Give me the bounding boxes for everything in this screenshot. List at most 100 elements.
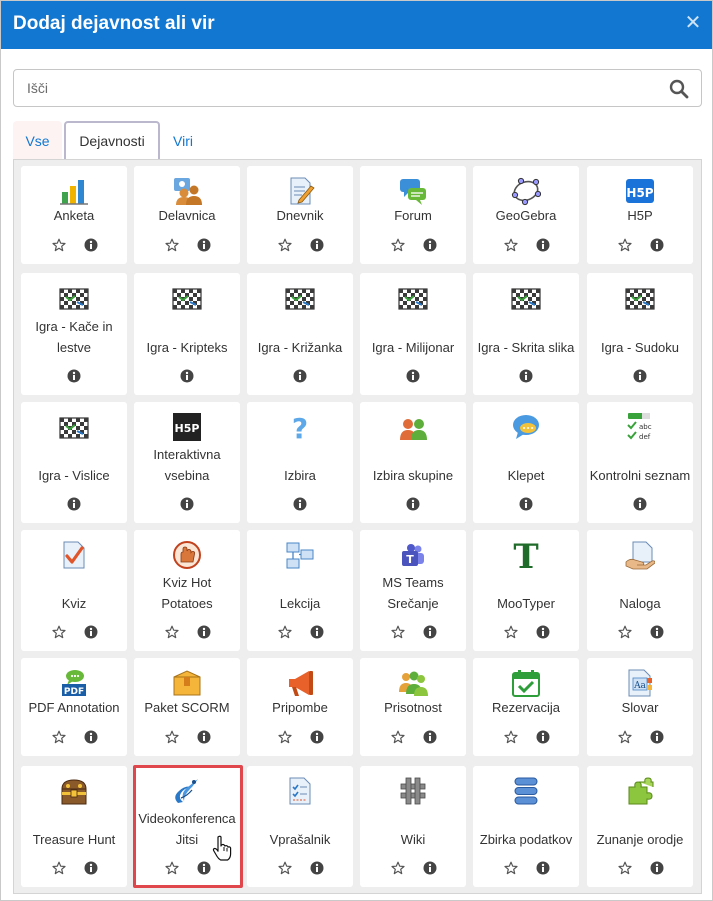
info-icon[interactable] xyxy=(423,861,437,875)
activity-h5p[interactable]: H5P H5P xyxy=(587,166,693,264)
star-icon[interactable] xyxy=(618,238,632,252)
activity-igra-vislice[interactable]: Igra - Vislice xyxy=(21,402,127,523)
activity-naloga[interactable]: Naloga xyxy=(587,530,693,651)
star-icon[interactable] xyxy=(52,625,66,639)
info-icon[interactable] xyxy=(310,625,324,639)
activity-interaktivna-vsebina[interactable]: H5P Interaktivna vsebina xyxy=(134,402,240,523)
info-icon[interactable] xyxy=(310,861,324,875)
info-icon[interactable] xyxy=(650,625,664,639)
star-icon[interactable] xyxy=(504,238,518,252)
star-icon[interactable] xyxy=(504,861,518,875)
star-icon[interactable] xyxy=(278,730,292,744)
info-icon[interactable] xyxy=(180,369,194,383)
activity-igra-krizanka[interactable]: Igra - Križanka xyxy=(247,273,353,395)
info-icon[interactable] xyxy=(650,861,664,875)
activity-pdf-annotation[interactable]: PDF PDF Annotation xyxy=(21,658,127,756)
star-icon[interactable] xyxy=(391,625,405,639)
info-icon[interactable] xyxy=(633,369,647,383)
activity-klepet[interactable]: Klepet xyxy=(473,402,579,523)
info-icon[interactable] xyxy=(84,625,98,639)
activity-rezervacija[interactable]: Rezervacija xyxy=(473,658,579,756)
star-icon[interactable] xyxy=(165,625,179,639)
info-icon[interactable] xyxy=(84,238,98,252)
activity-zbirka-podatkov[interactable]: Zbirka podatkov xyxy=(473,766,579,887)
info-icon[interactable] xyxy=(84,861,98,875)
star-icon[interactable] xyxy=(504,625,518,639)
info-icon[interactable] xyxy=(633,497,647,511)
info-icon[interactable] xyxy=(406,369,420,383)
star-icon[interactable] xyxy=(52,730,66,744)
tab-vse[interactable]: Vse xyxy=(13,121,62,161)
star-icon[interactable] xyxy=(391,238,405,252)
star-icon[interactable] xyxy=(278,238,292,252)
info-icon[interactable] xyxy=(310,238,324,252)
tab-dejavnosti[interactable]: Dejavnosti xyxy=(64,121,160,161)
info-icon[interactable] xyxy=(536,730,550,744)
activity-geogebra[interactable]: GeoGebra xyxy=(473,166,579,264)
info-icon[interactable] xyxy=(180,497,194,511)
activity-prisotnost[interactable]: Prisotnost xyxy=(360,658,466,756)
star-icon[interactable] xyxy=(52,238,66,252)
activity-igra-milijonar[interactable]: Igra - Milijonar xyxy=(360,273,466,395)
star-icon[interactable] xyxy=(278,861,292,875)
activity-igra-kace-in-lestve[interactable]: Igra - Kače in lestve xyxy=(21,273,127,395)
info-icon[interactable] xyxy=(310,730,324,744)
activity-igra-kripteks[interactable]: Igra - Kripteks xyxy=(134,273,240,395)
star-icon[interactable] xyxy=(52,861,66,875)
activity-lekcija[interactable]: Lekcija xyxy=(247,530,353,651)
info-icon[interactable] xyxy=(536,238,550,252)
info-icon[interactable] xyxy=(536,861,550,875)
search-input[interactable] xyxy=(14,70,654,106)
activity-anketa[interactable]: Anketa xyxy=(21,166,127,264)
star-icon[interactable] xyxy=(618,730,632,744)
activity-wiki[interactable]: Wiki xyxy=(360,766,466,887)
activity-paket-scorm[interactable]: Paket SCORM xyxy=(134,658,240,756)
info-icon[interactable] xyxy=(197,625,211,639)
activity-kontrolni-seznam[interactable]: abc def Kontrolni seznam xyxy=(587,402,693,523)
info-icon[interactable] xyxy=(67,369,81,383)
star-icon[interactable] xyxy=(278,625,292,639)
star-icon[interactable] xyxy=(618,625,632,639)
info-icon[interactable] xyxy=(650,730,664,744)
activity-ms-teams-srecanje[interactable]: T MS Teams Srečanje xyxy=(360,530,466,651)
activity-kviz[interactable]: Kviz xyxy=(21,530,127,651)
activity-izbira-skupine[interactable]: Izbira skupine xyxy=(360,402,466,523)
star-icon[interactable] xyxy=(165,730,179,744)
info-icon[interactable] xyxy=(67,497,81,511)
star-icon[interactable] xyxy=(391,730,405,744)
info-icon[interactable] xyxy=(423,238,437,252)
info-icon[interactable] xyxy=(406,497,420,511)
activity-zunanje-orodje[interactable]: Zunanje orodje xyxy=(587,766,693,887)
info-icon[interactable] xyxy=(519,369,533,383)
close-icon[interactable]: ✕ xyxy=(684,13,702,33)
activity-delavnica[interactable]: Delavnica xyxy=(134,166,240,264)
info-icon[interactable] xyxy=(536,625,550,639)
info-icon[interactable] xyxy=(423,730,437,744)
info-icon[interactable] xyxy=(293,369,307,383)
search-icon[interactable] xyxy=(669,79,689,99)
activity-vprasalnik[interactable]: Vprašalnik xyxy=(247,766,353,887)
info-icon[interactable] xyxy=(519,497,533,511)
activity-slovar[interactable]: Aa Slovar xyxy=(587,658,693,756)
star-icon[interactable] xyxy=(165,861,179,875)
info-icon[interactable] xyxy=(423,625,437,639)
activity-treasure-hunt[interactable]: Treasure Hunt xyxy=(21,766,127,887)
activity-videokonferenca-jitsi[interactable]: Videokonferenca Jitsi xyxy=(134,766,240,887)
info-icon[interactable] xyxy=(293,497,307,511)
star-icon[interactable] xyxy=(504,730,518,744)
activity-forum[interactable]: Forum xyxy=(360,166,466,264)
info-icon[interactable] xyxy=(197,730,211,744)
activity-dnevnik[interactable]: Dnevnik xyxy=(247,166,353,264)
info-icon[interactable] xyxy=(650,238,664,252)
info-icon[interactable] xyxy=(197,238,211,252)
activity-izbira[interactable]: ? Izbira xyxy=(247,402,353,523)
activity-igra-skrita-slika[interactable]: Igra - Skrita slika xyxy=(473,273,579,395)
star-icon[interactable] xyxy=(391,861,405,875)
tab-viri[interactable]: Viri xyxy=(161,121,205,161)
activity-kviz-hot-potatoes[interactable]: Kviz Hot Potatoes xyxy=(134,530,240,651)
star-icon[interactable] xyxy=(165,238,179,252)
info-icon[interactable] xyxy=(84,730,98,744)
star-icon[interactable] xyxy=(618,861,632,875)
activity-pripombe[interactable]: Pripombe xyxy=(247,658,353,756)
activity-igra-sudoku[interactable]: Igra - Sudoku xyxy=(587,273,693,395)
